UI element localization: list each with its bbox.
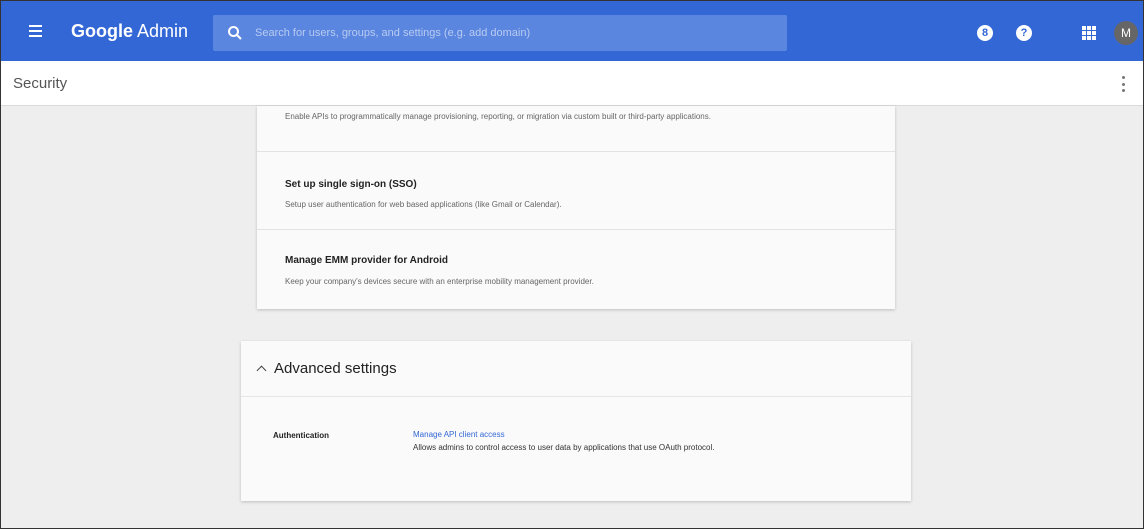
chevron-up-icon bbox=[256, 365, 267, 376]
menu-icon[interactable] bbox=[29, 20, 51, 42]
api-access-description: Allows admins to control access to user … bbox=[413, 443, 715, 452]
brand-admin: Admin bbox=[137, 20, 189, 41]
support-icon[interactable]: 8 bbox=[977, 25, 993, 41]
avatar[interactable]: M bbox=[1114, 21, 1138, 45]
search-icon bbox=[228, 26, 242, 40]
apps-grid-icon[interactable] bbox=[1082, 26, 1096, 40]
row-description: Setup user authentication for web based … bbox=[285, 200, 562, 209]
row-description: Enable APIs to programmatically manage p… bbox=[285, 112, 711, 121]
page-header: Security bbox=[1, 61, 1143, 106]
brand-google: Google bbox=[71, 20, 133, 41]
page-title: Security bbox=[13, 74, 68, 92]
list-item-sso[interactable]: Set up single sign-on (SSO) Setup user a… bbox=[257, 152, 895, 230]
row-title: Set up single sign-on (SSO) bbox=[285, 179, 417, 190]
manage-api-client-access-link[interactable]: Manage API client access bbox=[413, 430, 505, 439]
list-item[interactable]: Enable APIs to programmatically manage p… bbox=[257, 106, 895, 152]
app-logo[interactable]: Google Admin bbox=[71, 21, 188, 42]
row-description: Keep your company's devices secure with … bbox=[285, 277, 594, 286]
search-bar[interactable] bbox=[213, 15, 787, 51]
security-settings-card: Enable APIs to programmatically manage p… bbox=[257, 106, 895, 309]
authentication-label: Authentication bbox=[273, 431, 329, 440]
list-item-emm[interactable]: Manage EMM provider for Android Keep you… bbox=[257, 230, 895, 309]
advanced-settings-toggle[interactable]: Advanced settings bbox=[241, 341, 911, 397]
app-bar: Google Admin 8 ? M bbox=[1, 1, 1143, 61]
help-icon[interactable]: ? bbox=[1016, 25, 1032, 41]
search-input[interactable] bbox=[255, 27, 775, 39]
advanced-settings-card: Advanced settings Authentication Manage … bbox=[241, 341, 911, 501]
section-title: Advanced settings bbox=[274, 360, 397, 377]
more-options-icon[interactable] bbox=[1120, 76, 1126, 92]
row-title: Manage EMM provider for Android bbox=[285, 255, 448, 266]
